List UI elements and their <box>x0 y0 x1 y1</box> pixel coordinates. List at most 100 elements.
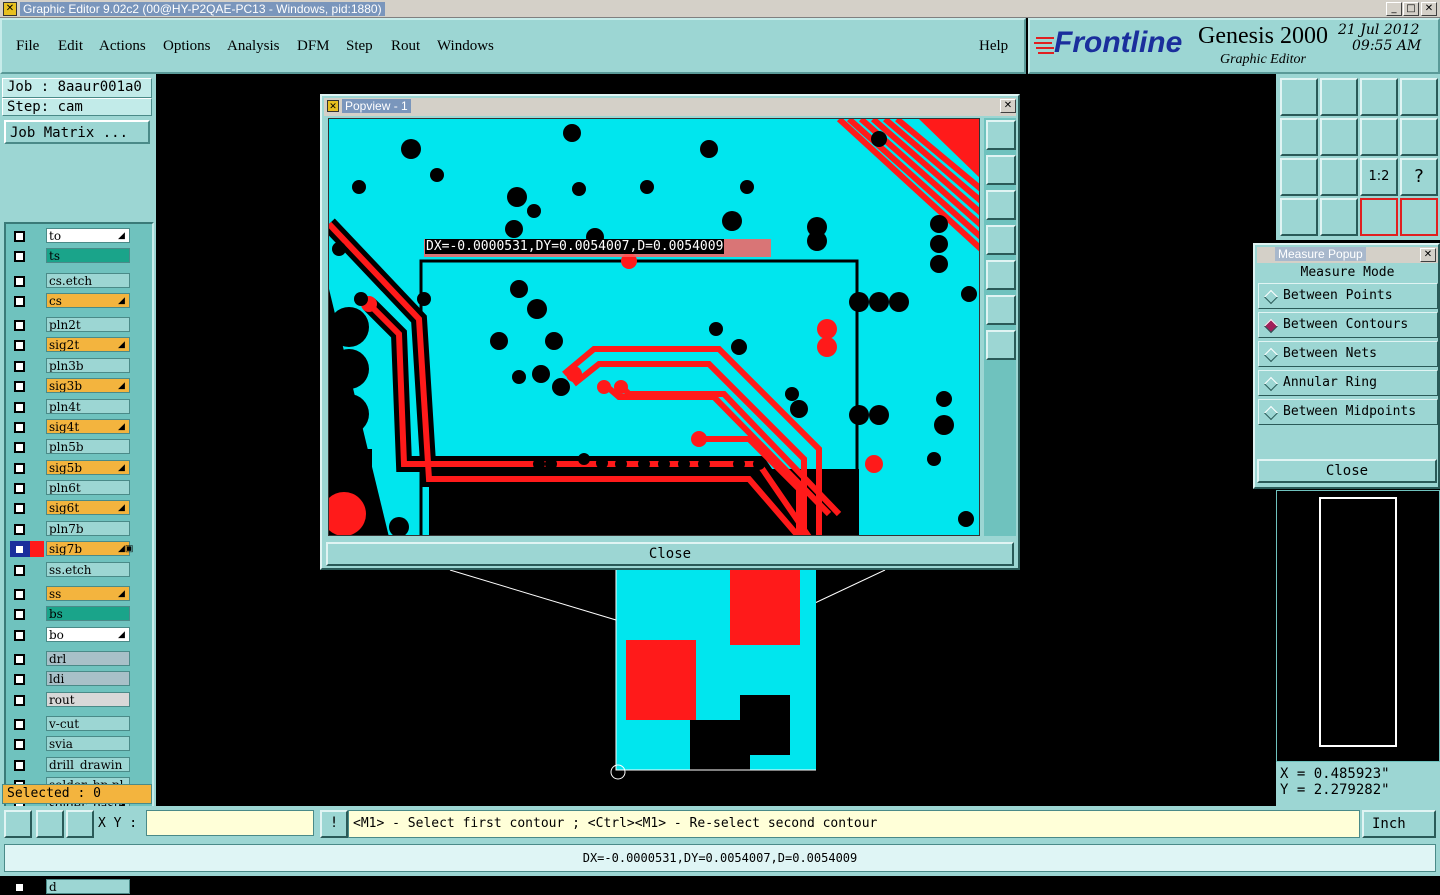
tool-pan-left-icon[interactable] <box>1280 118 1318 156</box>
layer-row[interactable]: drill_drawin <box>10 756 130 773</box>
tool-pan-right-icon[interactable] <box>1320 118 1358 156</box>
measure-mode-icon[interactable] <box>36 810 64 838</box>
layer-checkbox[interactable] <box>14 230 25 242</box>
layer-name[interactable]: v-cut <box>46 715 130 731</box>
layer-checkbox[interactable] <box>14 609 25 621</box>
layer-name[interactable]: bs <box>46 606 130 622</box>
measure-close-button[interactable]: Close <box>1257 459 1437 483</box>
popview-tool-pan-up-icon[interactable] <box>986 155 1016 185</box>
tool-one-to-two-icon[interactable]: 1:2 <box>1360 158 1398 196</box>
menu-analysis[interactable]: Analysis <box>227 38 280 55</box>
measure-option[interactable]: Between Contours <box>1258 312 1438 338</box>
layer-name[interactable]: svia <box>46 736 130 752</box>
layer-row[interactable]: to ◢ <box>10 227 130 244</box>
layer-checkbox[interactable] <box>14 653 25 665</box>
layer-row[interactable]: rout <box>10 691 130 708</box>
layer-checkbox[interactable] <box>14 588 25 600</box>
job-matrix-button[interactable]: Job Matrix ... <box>4 120 150 144</box>
layer-row[interactable]: sig6t ◢ <box>10 500 130 516</box>
menu-actions[interactable]: Actions <box>99 38 146 55</box>
measure-option[interactable]: Between Points <box>1258 283 1438 309</box>
layer-checkbox[interactable] <box>14 275 25 287</box>
tool-zoom-center-icon[interactable] <box>1320 158 1358 196</box>
layer-checkbox[interactable] <box>14 503 25 515</box>
tool-grid-icon[interactable] <box>1320 198 1358 236</box>
layer-row[interactable]: ldi <box>10 671 130 687</box>
layer-checkbox[interactable] <box>14 360 25 372</box>
layer-row[interactable]: v-cut <box>10 715 130 732</box>
layer-checkbox[interactable] <box>14 421 25 433</box>
layer-checkbox[interactable] <box>14 442 25 454</box>
layer-name[interactable]: pln5b <box>46 439 130 455</box>
layer-row[interactable]: drl <box>10 650 130 667</box>
layer-row[interactable]: svia <box>10 736 130 752</box>
menu-help[interactable]: Help <box>979 38 1008 55</box>
layer-row[interactable]: d <box>10 878 130 895</box>
layer-row[interactable]: pln6t <box>10 480 130 496</box>
layer-checkbox[interactable] <box>14 759 25 771</box>
layer-row[interactable]: bo ◢ <box>10 626 130 643</box>
info-icon[interactable]: ! <box>320 810 348 838</box>
popview-tool-pan-down-icon[interactable] <box>986 190 1016 220</box>
menu-step[interactable]: Step <box>346 38 373 55</box>
tool-redraw-icon[interactable] <box>1360 118 1398 156</box>
popview-tool-pan-left-icon[interactable] <box>986 225 1016 255</box>
tool-window-icon[interactable] <box>1400 78 1438 116</box>
measure-option[interactable]: Annular Ring <box>1258 370 1438 396</box>
popview-tool-pan-right-icon[interactable] <box>986 260 1016 290</box>
tool-zoom-next-icon[interactable] <box>1320 78 1358 116</box>
layer-name[interactable]: ss.etch <box>46 561 130 577</box>
menu-rout[interactable]: Rout <box>391 38 420 55</box>
layer-name[interactable]: pln7b <box>46 520 130 536</box>
select-mode-icon[interactable] <box>4 810 32 838</box>
tool-edit-icon[interactable] <box>1280 198 1318 236</box>
layer-row[interactable]: sig5b ◢ <box>10 459 130 476</box>
tool-snap-icon[interactable] <box>1400 118 1438 156</box>
layer-checkbox[interactable] <box>14 544 25 556</box>
layer-row[interactable]: sig3b ◢ <box>10 378 130 394</box>
layer-row[interactable]: cs ◢ <box>10 292 130 309</box>
layer-checkbox[interactable] <box>14 629 25 641</box>
popview-close-button[interactable]: Close <box>326 542 1014 566</box>
measure-close-x[interactable]: ✕ <box>1420 248 1436 262</box>
measure-option[interactable]: Between Midpoints <box>1258 399 1438 425</box>
layer-checkbox[interactable] <box>14 401 25 413</box>
unit-select[interactable]: Inch <box>1362 810 1436 838</box>
layer-checkbox[interactable] <box>14 340 25 352</box>
layer-name[interactable]: ts <box>46 248 130 264</box>
layer-checkbox[interactable] <box>14 320 25 332</box>
menu-options[interactable]: Options <box>163 38 211 55</box>
popview-tool-zoom-out-icon[interactable] <box>986 330 1016 360</box>
layer-checkbox[interactable] <box>14 881 25 893</box>
layer-name[interactable]: pln6t <box>46 480 130 496</box>
layer-name[interactable]: drill_drawin <box>46 756 130 772</box>
close-window-button[interactable]: ✕ <box>1421 2 1437 16</box>
layer-row[interactable]: ss ◢ <box>10 585 130 602</box>
layer-checkbox[interactable] <box>14 462 25 474</box>
popview-canvas[interactable]: DX=-0.0000531,DY=0.0054007,D=0.0054009 <box>328 118 980 536</box>
layer-row[interactable]: pln2t <box>10 317 130 333</box>
layer-checkbox[interactable] <box>14 251 25 263</box>
layer-row[interactable]: sig4t ◢ <box>10 418 130 435</box>
layer-name[interactable]: rout <box>46 691 130 707</box>
tool-net-icon[interactable] <box>1360 198 1398 236</box>
layer-name[interactable]: drl <box>46 650 130 666</box>
menu-file[interactable]: File <box>16 38 39 55</box>
popview-tool-zoom-in-icon[interactable] <box>986 295 1016 325</box>
layer-checkbox[interactable] <box>14 523 25 535</box>
layer-row[interactable]: pln4t <box>10 398 130 415</box>
layer-name[interactable]: pln2t <box>46 317 130 333</box>
popview-close-x[interactable]: ✕ <box>1000 99 1016 113</box>
menu-dfm[interactable]: DFM <box>297 38 330 55</box>
minimize-button[interactable]: _ <box>1386 2 1402 16</box>
layer-checkbox[interactable] <box>14 483 25 495</box>
layer-checkbox[interactable] <box>14 694 25 706</box>
layer-row[interactable]: pln3b <box>10 357 130 374</box>
layer-row[interactable]: bs <box>10 606 130 622</box>
layer-checkbox[interactable] <box>14 674 25 686</box>
layer-checkbox[interactable] <box>14 295 25 307</box>
layer-row[interactable]: cs.etch <box>10 272 130 289</box>
minimap[interactable] <box>1276 490 1440 762</box>
layer-checkbox[interactable] <box>14 718 25 730</box>
layer-checkbox[interactable] <box>14 739 25 751</box>
